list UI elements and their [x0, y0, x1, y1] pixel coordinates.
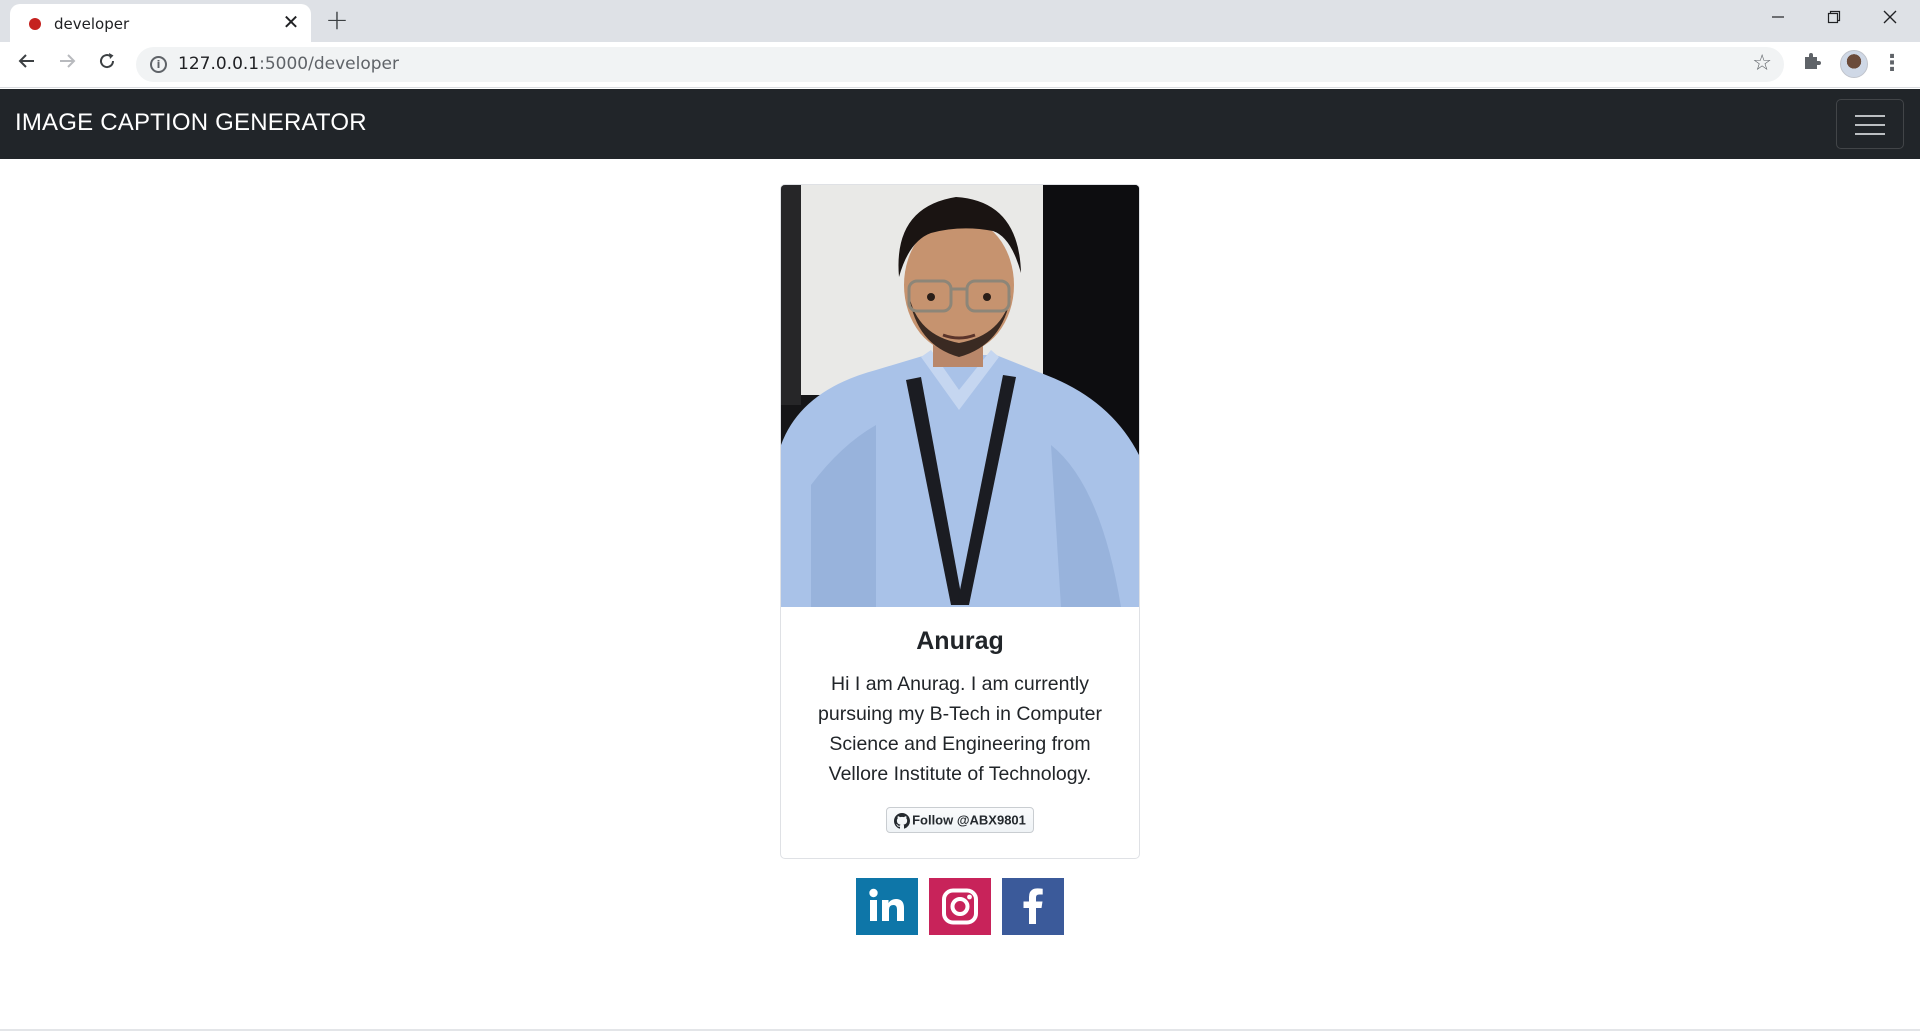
bookmark-star-icon[interactable]: ☆: [1752, 51, 1772, 76]
linkedin-icon: [869, 888, 904, 921]
navbar-brand[interactable]: IMAGE CAPTION GENERATOR: [15, 109, 367, 137]
new-tab-button[interactable]: +: [323, 6, 351, 34]
reload-button[interactable]: [90, 48, 124, 82]
developer-card: Anurag Hi I am Anurag. I am currently pu…: [780, 184, 1140, 859]
profile-photo: [781, 185, 1139, 607]
favicon-icon: [29, 18, 41, 30]
reload-icon: [100, 53, 115, 69]
github-follow-button[interactable]: Follow @ABX9801: [886, 807, 1034, 833]
address-bar[interactable]: i 127.0.0.1:5000/developer ☆: [136, 47, 1784, 82]
minimize-button[interactable]: [1750, 0, 1806, 38]
github-icon: [894, 812, 911, 829]
profile-photo-illustration: [781, 185, 1139, 607]
facebook-icon: [1023, 888, 1043, 924]
window-close-button[interactable]: [1862, 0, 1918, 38]
minimize-icon: [1772, 16, 1784, 18]
arrow-right-icon: [60, 54, 76, 68]
facebook-button[interactable]: [1002, 878, 1064, 935]
browser-tabstrip: developer ✕ +: [0, 0, 1920, 42]
developer-name: Anurag: [916, 627, 1004, 655]
url-text[interactable]: 127.0.0.1:5000/developer: [178, 54, 399, 74]
instagram-icon: [942, 888, 978, 925]
info-icon[interactable]: i: [150, 56, 167, 73]
tab-close-button[interactable]: ✕: [280, 11, 302, 33]
forward-button[interactable]: [50, 48, 84, 82]
puzzle-icon: [1805, 53, 1821, 69]
site-navbar: IMAGE CAPTION GENERATOR: [0, 89, 1920, 159]
linkedin-button[interactable]: [856, 878, 918, 935]
browser-toolbar: i 127.0.0.1:5000/developer ☆ ⋮: [0, 42, 1920, 88]
restore-button[interactable]: [1806, 0, 1862, 38]
instagram-button[interactable]: [929, 878, 991, 935]
navbar-toggler-button[interactable]: [1836, 99, 1904, 149]
hamburger-icon: [1855, 115, 1885, 117]
arrow-left-icon: [18, 54, 34, 68]
back-button[interactable]: [10, 48, 44, 82]
github-follow-label: Follow @ABX9801: [912, 812, 1026, 828]
extensions-puzzle-icon[interactable]: [1798, 50, 1826, 78]
kebab-menu-icon[interactable]: ⋮: [1880, 50, 1904, 78]
browser-tab[interactable]: developer ✕: [10, 4, 311, 42]
tab-title: developer: [54, 15, 130, 33]
card-body: Anurag Hi I am Anurag. I am currently pu…: [781, 607, 1139, 858]
restore-icon: [1827, 10, 1841, 24]
profile-avatar[interactable]: [1840, 50, 1868, 78]
close-icon: [1883, 10, 1897, 24]
developer-bio: Hi I am Anurag. I am currently pursuing …: [818, 673, 1102, 785]
